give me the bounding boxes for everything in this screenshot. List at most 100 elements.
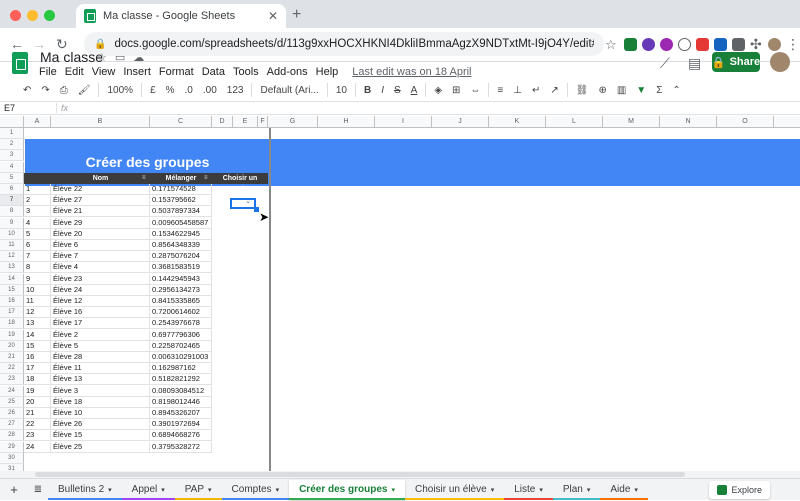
cell-melanger[interactable]: 0.1442945943 [150,273,212,285]
chevron-down-icon[interactable]: ▾ [276,487,280,494]
cell-index[interactable]: 2 [24,195,51,207]
font-size-select[interactable]: 10 [331,85,352,96]
cell-melanger[interactable]: 0.5037897334 [150,206,212,218]
percent-format-button[interactable]: % [161,85,180,96]
text-rotation-icon[interactable]: ↗ [545,85,563,96]
cell-index[interactable]: 8 [24,262,51,274]
text-wrap-icon[interactable]: ↵ [527,85,545,96]
row-header[interactable]: 1 [0,128,24,139]
merge-cells-icon[interactable]: ⇔ [465,85,485,96]
sheet-tab[interactable]: Créer des groupes ▾ [289,479,405,500]
spreadsheet-grid[interactable]: Créer des groupes ⌄ ➤ ABCDEFGHIJKLMNOP12… [0,116,800,471]
cell-melanger[interactable]: 0.2543976678 [150,318,212,330]
cell-nom[interactable]: Élève 7 [51,251,150,263]
row-header[interactable]: 8 [0,206,24,218]
column-header-h[interactable]: H [318,116,375,128]
column-header-b[interactable]: B [51,116,150,128]
sheet-tab[interactable]: Plan ▾ [552,480,601,500]
print-icon[interactable]: ⎙ [55,85,73,96]
cell-index[interactable]: 9 [24,273,51,285]
cell-index[interactable]: 15 [24,340,51,352]
cell-index[interactable]: 20 [24,396,51,408]
menu-tools[interactable]: Tools [233,66,259,78]
menu-addons[interactable]: Add-ons [267,66,308,78]
close-window-button[interactable] [10,10,21,21]
font-select[interactable]: Default (Ari... [255,85,323,96]
cell-melanger[interactable]: 0.8198012446 [150,396,212,408]
decrease-decimal-button[interactable]: .0 [180,85,198,96]
chevron-down-icon[interactable]: ▾ [587,487,591,494]
name-box[interactable]: E7 [0,103,56,113]
add-sheet-icon[interactable]: + [0,482,28,497]
row-header[interactable]: 14 [0,273,24,285]
cell-index[interactable]: 18 [24,374,51,386]
cell-nom[interactable]: Élève 3 [51,385,150,397]
row-header[interactable]: 17 [0,307,24,319]
column-header-j[interactable]: J [432,116,489,128]
sheet-tab[interactable]: Comptes ▾ [221,480,290,500]
cell-nom[interactable]: Élève 29 [51,217,150,229]
cell-melanger[interactable]: 0.2875076204 [150,251,212,263]
row-header[interactable]: 21 [0,352,24,363]
column-header-o[interactable]: O [717,116,774,128]
cell-nom[interactable]: Élève 20 [51,228,150,240]
row-header[interactable]: 15 [0,284,24,296]
row-header[interactable]: 18 [0,318,24,330]
select-all-corner[interactable] [0,116,24,128]
column-header-i[interactable]: I [375,116,432,128]
row-header[interactable]: 7 [0,195,24,207]
last-edit-link[interactable]: Last edit was on 18 April [352,66,471,78]
menu-format[interactable]: Format [159,66,194,78]
column-header-f[interactable]: F [258,116,268,128]
cell-melanger[interactable]: 0.171574528 [150,184,212,195]
row-header[interactable]: 6 [0,184,24,195]
text-color-button[interactable]: A [406,85,423,96]
row-header[interactable]: 29 [0,441,24,453]
scrollbar-thumb[interactable] [35,472,685,477]
cell-nom[interactable]: Élève 18 [51,396,150,408]
menu-data[interactable]: Data [202,66,225,78]
browser-menu-icon[interactable]: ⋮ [786,36,800,53]
cell-nom[interactable]: Élève 12 [51,296,150,307]
extension-icon[interactable] [732,38,745,51]
cell-index[interactable]: 23 [24,430,51,442]
more-formats-button[interactable]: 123 [222,85,249,96]
comments-icon[interactable]: ▤ [688,55,701,72]
filter-icon[interactable]: ▼ [631,85,651,96]
cell-nom[interactable]: Élève 5 [51,340,150,352]
extension-icon[interactable] [642,38,655,51]
cell-melanger[interactable]: 0.7200614602 [150,307,212,319]
menu-edit[interactable]: Edit [65,66,84,78]
cell-nom[interactable]: Élève 16 [51,307,150,319]
back-icon[interactable]: ← [10,36,24,52]
cell-nom[interactable]: Élève 21 [51,206,150,218]
extension-icon[interactable] [660,38,673,51]
horizontal-scrollbar[interactable] [0,471,800,478]
increase-decimal-button[interactable]: .00 [198,85,222,96]
cell-index[interactable]: 19 [24,385,51,397]
cell-index[interactable]: 12 [24,307,51,319]
column-header-e[interactable]: E [233,116,258,128]
cell-melanger[interactable]: 0.8945326207 [150,408,212,419]
cell-nom[interactable]: Élève 22 [51,184,150,195]
cell-nom[interactable]: Élève 17 [51,318,150,330]
frozen-column-divider[interactable] [269,116,271,471]
row-header[interactable]: 25 [0,396,24,408]
chevron-down-icon[interactable]: ▾ [634,487,638,494]
cell-index[interactable]: 13 [24,318,51,330]
cell-melanger[interactable]: 0.006310291003 [150,352,212,363]
column-header-l[interactable]: L [546,116,603,128]
cell-nom[interactable]: Élève 26 [51,419,150,431]
cell-index[interactable]: 14 [24,329,51,341]
row-header[interactable]: 27 [0,419,24,431]
row-header[interactable]: 10 [0,228,24,240]
row-header[interactable]: 26 [0,408,24,419]
cell-nom[interactable]: Élève 2 [51,329,150,341]
menu-view[interactable]: View [92,66,116,78]
vertical-align-icon[interactable]: ⊥ [508,85,527,96]
cell-melanger[interactable]: 0.5182821292 [150,374,212,386]
share-button[interactable]: 🔒 Share [712,52,760,72]
user-avatar[interactable] [770,52,790,72]
chevron-down-icon[interactable]: ⌄ [245,197,251,205]
extension-icon[interactable] [624,38,637,51]
